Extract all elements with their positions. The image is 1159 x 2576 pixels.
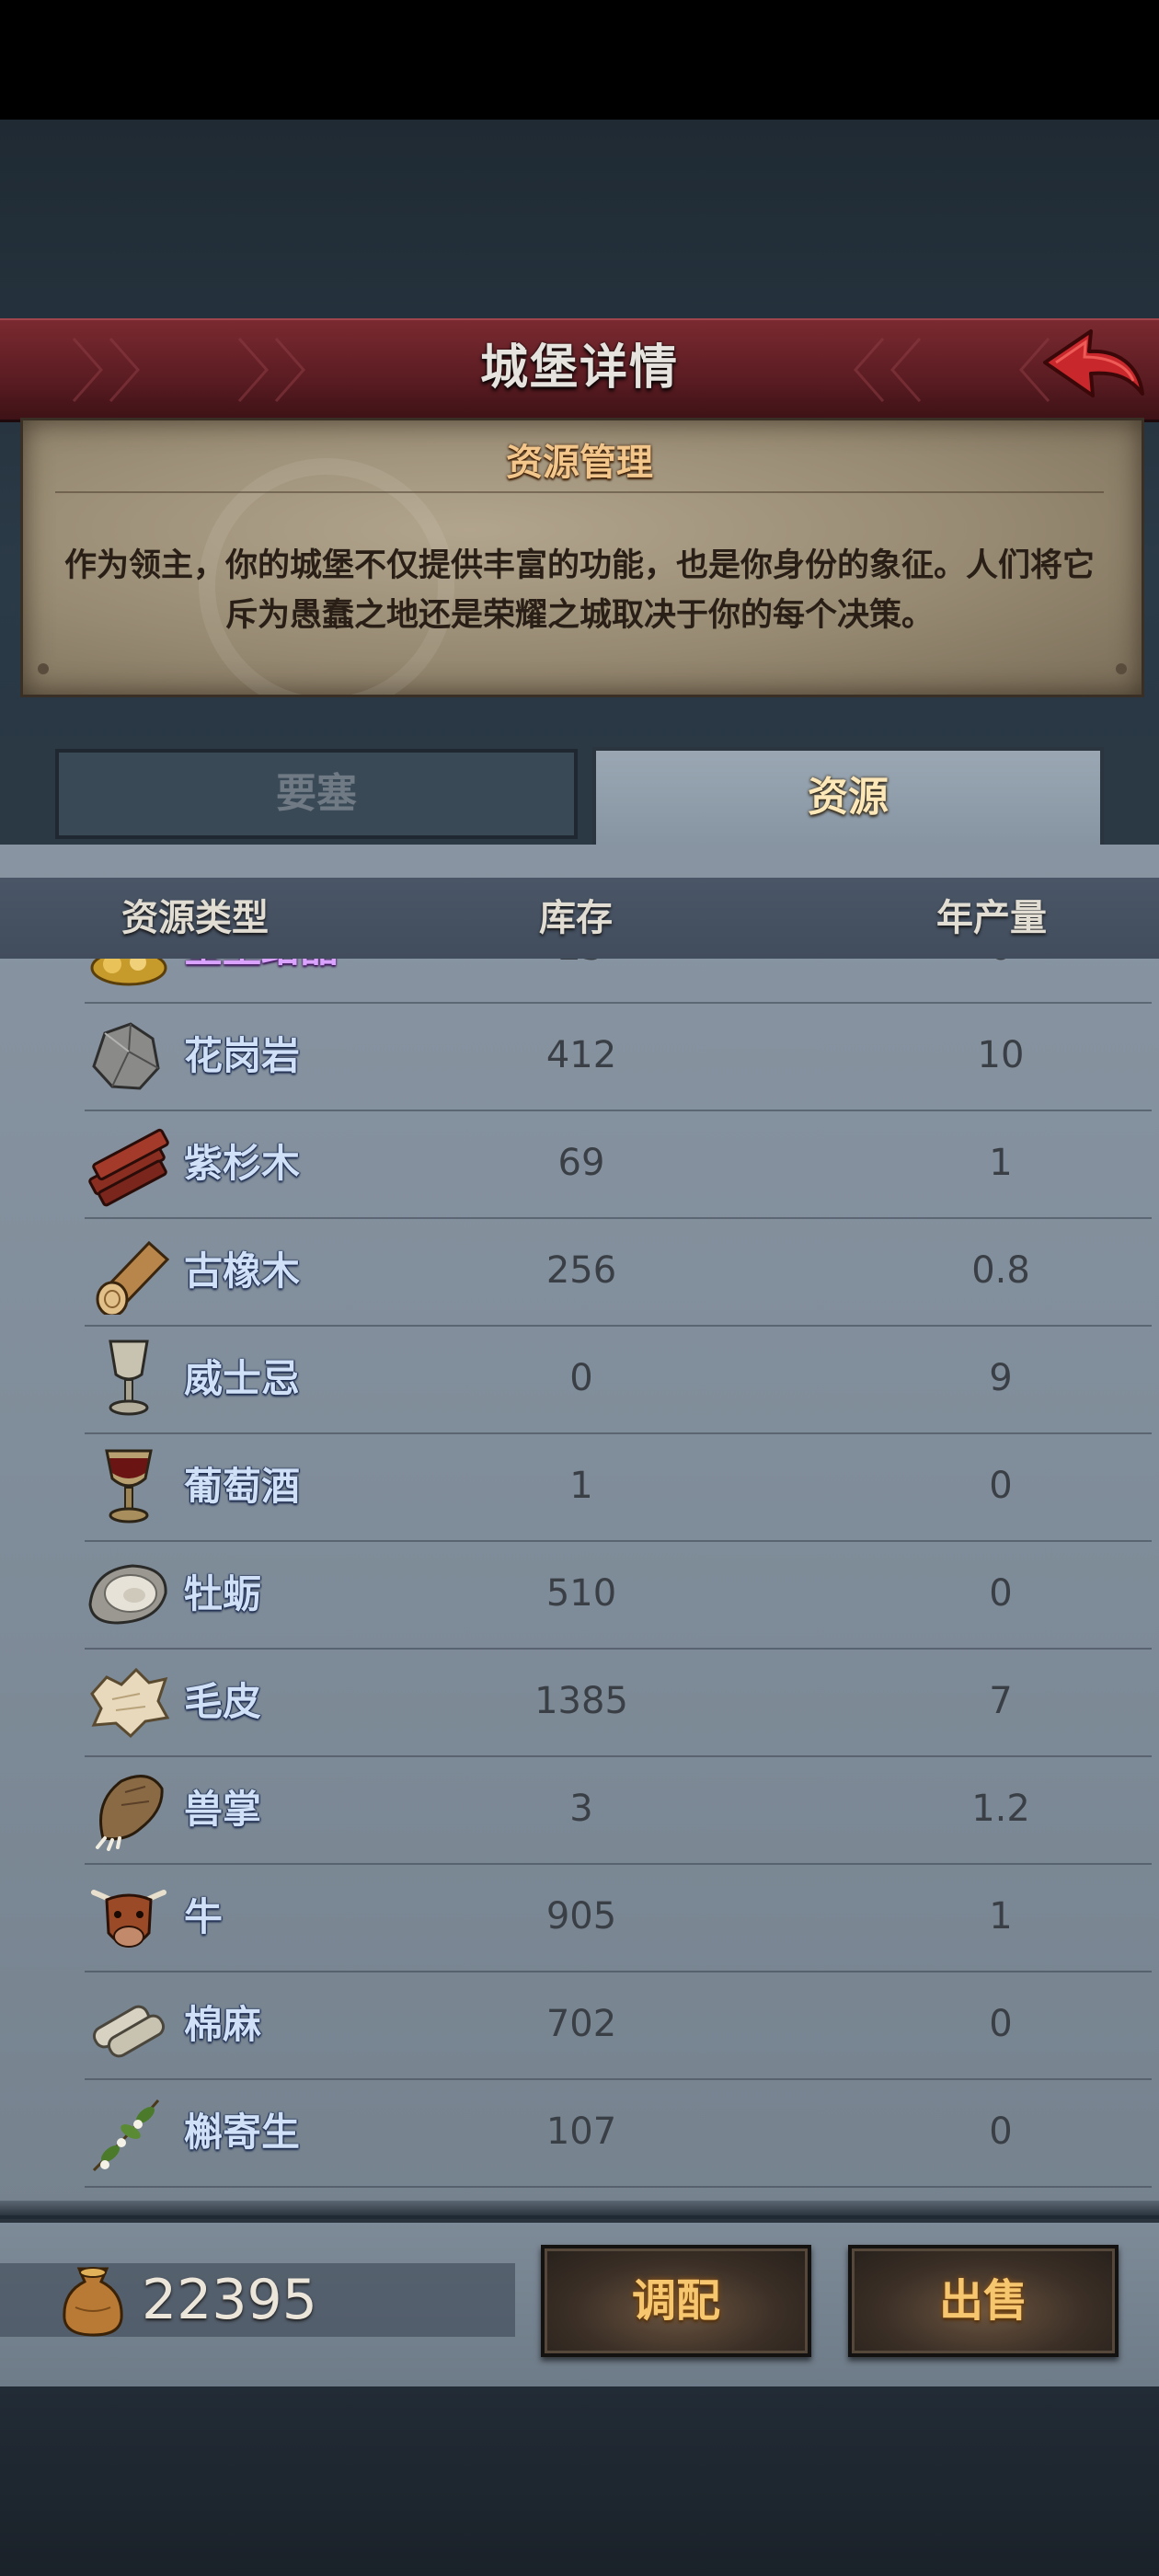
row-name: 葡萄酒 xyxy=(184,1464,301,1509)
table-row[interactable]: 星尘结晶 25 0 xyxy=(85,959,1152,1004)
row-name: 毛皮 xyxy=(184,1679,262,1724)
back-arrow-icon xyxy=(1043,329,1144,397)
whiskey-goblet-icon xyxy=(85,1334,173,1422)
row-stock: 1385 xyxy=(534,1680,628,1722)
row-name: 花岗岩 xyxy=(184,1033,301,1078)
row-yield: 1 xyxy=(989,1142,1013,1184)
gold-sack-icon xyxy=(57,2261,129,2339)
table-row[interactable]: 古橡木 256 0.8 xyxy=(85,1217,1152,1327)
row-name: 威士忌 xyxy=(184,1356,301,1401)
page-title: 城堡详情 xyxy=(479,340,679,396)
row-stock: 0 xyxy=(569,1357,593,1399)
row-name: 紫杉木 xyxy=(184,1141,301,1186)
wine-goblet-icon xyxy=(85,1442,173,1530)
row-yield: 1 xyxy=(989,1895,1013,1938)
yew-wood-icon xyxy=(85,1119,173,1207)
oak-log-icon xyxy=(85,1226,173,1317)
intro-title: 资源管理 xyxy=(506,442,653,484)
column-header-stock: 库存 xyxy=(539,897,613,939)
table-row[interactable]: 棉麻 702 0 xyxy=(85,1971,1152,2080)
row-stock: 1 xyxy=(569,1465,593,1507)
mistletoe-icon xyxy=(85,2087,173,2176)
row-yield: 0 xyxy=(989,2110,1013,2153)
row-yield: 1.2 xyxy=(971,1788,1030,1830)
table-row[interactable]: 槲寄生 107 0 xyxy=(85,2078,1152,2188)
row-name: 兽掌 xyxy=(184,1787,262,1832)
intro-divider xyxy=(55,491,1104,493)
back-button[interactable] xyxy=(1038,322,1148,414)
row-yield: 0.8 xyxy=(971,1249,1030,1292)
row-stock: 69 xyxy=(557,1142,605,1184)
tab-resources[interactable]: 资源 xyxy=(592,747,1104,845)
allocate-button[interactable]: 调配 xyxy=(541,2245,811,2357)
resource-list[interactable]: 星尘结晶 25 0 花岗岩 412 10 紫杉木 69 xyxy=(0,959,1159,2201)
row-stock: 25 xyxy=(489,959,673,1002)
row-stock: 107 xyxy=(545,2110,617,2153)
row-stock: 412 xyxy=(545,1034,617,1076)
table-row[interactable]: 葡萄酒 1 0 xyxy=(85,1432,1152,1542)
row-yield: 9 xyxy=(989,1357,1013,1399)
row-name: 棉麻 xyxy=(184,2002,262,2047)
row-name: 槲寄生 xyxy=(184,2110,301,2155)
row-yield: 0 xyxy=(989,2003,1013,2045)
column-header-type: 资源类型 xyxy=(121,897,269,939)
row-yield: 7 xyxy=(989,1680,1013,1722)
row-yield: 10 xyxy=(977,1034,1025,1076)
sell-button[interactable]: 出售 xyxy=(848,2245,1119,2357)
crystal-ore-icon xyxy=(85,959,173,992)
intro-text: 作为领主，你的城堡不仅提供丰富的功能，也是你身份的象征。人们将它斥为愚蠢之地还是… xyxy=(64,547,1096,634)
panel-edge xyxy=(0,2201,1159,2215)
oyster-icon xyxy=(85,1549,173,1638)
row-yield: 0 xyxy=(989,1465,1013,1507)
row-stock: 3 xyxy=(569,1788,593,1830)
tab-fortress[interactable]: 要塞 xyxy=(55,749,578,839)
row-stock: 702 xyxy=(545,2003,617,2045)
row-name: 星尘结晶 xyxy=(184,959,339,1002)
table-row[interactable]: 牛 905 1 xyxy=(85,1863,1152,1972)
column-header-yield: 年产量 xyxy=(936,897,1047,939)
row-name: 古橡木 xyxy=(184,1248,301,1294)
background-bottom xyxy=(0,2383,1159,2576)
beast-paw-icon xyxy=(85,1765,173,1853)
table-row[interactable]: 毛皮 1385 7 xyxy=(85,1648,1152,1757)
row-stock: 905 xyxy=(545,1895,617,1938)
row-name: 牡蛎 xyxy=(184,1571,262,1616)
row-yield: 0 xyxy=(989,1572,1013,1615)
table-row[interactable]: 紫杉木 69 1 xyxy=(85,1110,1152,1219)
cow-icon xyxy=(85,1872,173,1961)
table-row[interactable]: 花岗岩 412 10 xyxy=(85,1002,1152,1111)
row-stock: 256 xyxy=(545,1249,617,1292)
row-yield: 0 xyxy=(909,959,1093,1002)
table-row[interactable]: 兽掌 3 1.2 xyxy=(85,1755,1152,1865)
cloth-roll-icon xyxy=(85,1980,173,2068)
table-row[interactable]: 威士忌 0 9 xyxy=(85,1325,1152,1434)
row-stock: 510 xyxy=(545,1572,617,1615)
gold-amount: 22395 xyxy=(142,2268,317,2332)
fur-pelt-icon xyxy=(85,1657,173,1745)
table-row[interactable]: 牡蛎 510 0 xyxy=(85,1540,1152,1650)
row-name: 牛 xyxy=(184,1894,224,1939)
granite-icon xyxy=(85,1011,173,1099)
